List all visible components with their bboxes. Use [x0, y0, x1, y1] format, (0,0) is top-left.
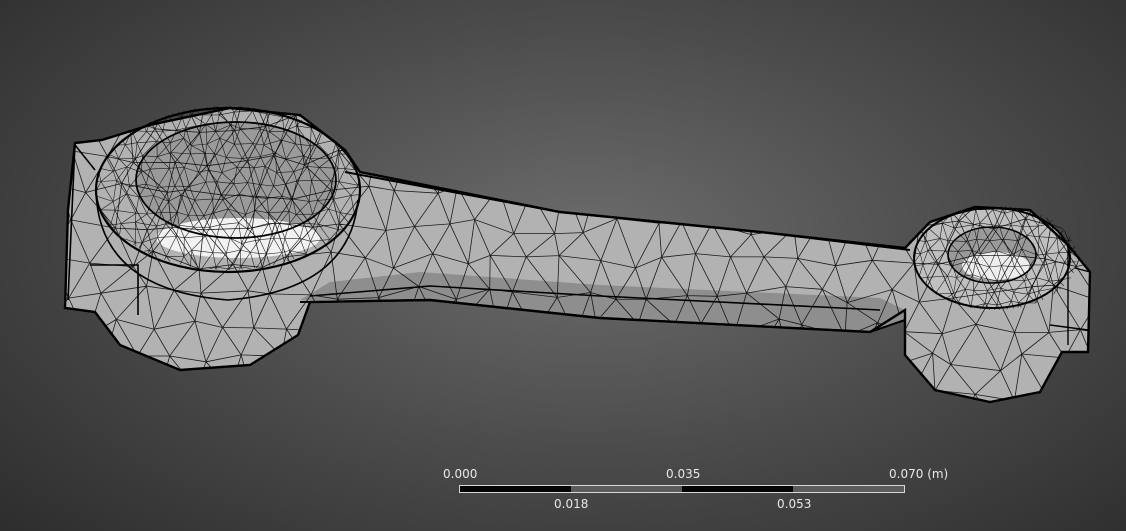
connecting-rod-mesh[interactable]	[0, 0, 1126, 531]
3d-viewport[interactable]: 0.000 0.035 0.070 (m) 0.018 0.053	[0, 0, 1126, 531]
